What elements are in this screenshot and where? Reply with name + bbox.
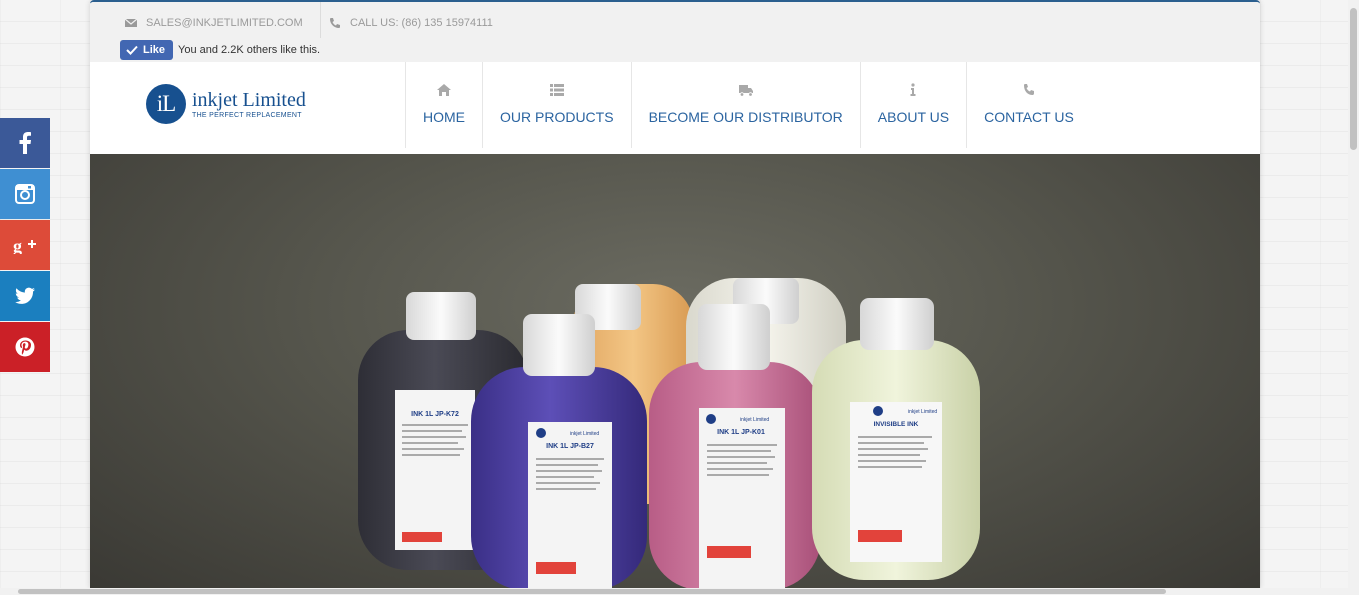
topbar-divider <box>320 2 321 38</box>
nav-label-home: HOME <box>423 109 465 125</box>
like-count-text: You and 2.2K others like this. <box>178 44 321 56</box>
info-icon <box>910 83 916 96</box>
bottle-brand-3: inkjet Limited <box>740 417 769 423</box>
horizontal-scrollbar[interactable] <box>0 588 1348 595</box>
google-plus-icon: g <box>13 236 36 254</box>
svg-text:g: g <box>13 236 22 254</box>
envelope-icon <box>124 18 138 27</box>
horizontal-scroll-thumb[interactable] <box>18 589 1166 594</box>
main-nav: HOME OUR PRODUCTS BECOME OUR DISTRIBUTOR <box>405 62 1091 148</box>
bottle-label-1: INK 1L JP-K72 <box>411 411 459 418</box>
nav-label-contact: CONTACT US <box>984 109 1074 125</box>
google-plus-share-button[interactable]: g <box>0 220 50 270</box>
logo-text: inkjet Limited THE PERFECT REPLACEMENT <box>192 90 306 119</box>
nav-label-products: OUR PRODUCTS <box>500 109 614 125</box>
phone-contact[interactable]: CALL US: (86) 135 15974111 <box>328 12 493 34</box>
truck-icon <box>738 85 753 97</box>
site-logo[interactable]: iL inkjet Limited THE PERFECT REPLACEMEN… <box>146 84 306 124</box>
nav-item-products[interactable]: OUR PRODUCTS <box>482 62 631 148</box>
facebook-like-widget: Like You and 2.2K others like this. <box>120 40 320 60</box>
ink-bottles-photo: INK 1L JP-K72 inkjet Limited INK 1L JP-B… <box>358 278 980 588</box>
main-header: iL inkjet Limited THE PERFECT REPLACEMEN… <box>90 62 1260 154</box>
bottle-label-3: INK 1L JP-K01 <box>717 429 765 436</box>
instagram-icon <box>15 184 35 204</box>
bottle-label-2: INK 1L JP-B27 <box>546 443 594 450</box>
phone-icon <box>330 18 340 28</box>
facebook-share-button[interactable] <box>0 118 50 168</box>
nav-item-home[interactable]: HOME <box>405 62 482 148</box>
vertical-scroll-thumb[interactable] <box>1350 8 1357 150</box>
pinterest-share-button[interactable] <box>0 322 50 372</box>
pinterest-icon <box>15 337 35 357</box>
email-contact[interactable]: SALES@INKJETLIMITED.COM <box>124 12 303 34</box>
page-wrapper: SALES@INKJETLIMITED.COM CALL US: (86) 13… <box>90 0 1260 588</box>
bottle-brand-2: inkjet Limited <box>570 431 599 437</box>
phone-text: CALL US: (86) 135 15974111 <box>350 17 493 29</box>
bottle-label-4: INVISIBLE INK <box>874 421 919 428</box>
logo-mark: iL <box>146 84 186 124</box>
facebook-like-button[interactable]: Like <box>120 40 174 60</box>
hero-slider-image: INK 1L JP-K72 inkjet Limited INK 1L JP-B… <box>90 154 1260 588</box>
logo-name: inkjet Limited <box>192 88 306 111</box>
checkmark-icon <box>126 45 138 55</box>
vertical-scrollbar[interactable] <box>1348 0 1359 595</box>
twitter-share-button[interactable] <box>0 271 50 321</box>
nav-item-contact[interactable]: CONTACT US <box>966 62 1091 148</box>
email-text: SALES@INKJETLIMITED.COM <box>146 17 303 29</box>
home-icon <box>437 84 451 96</box>
social-sidebar: g <box>0 118 50 373</box>
nav-label-distributor: BECOME OUR DISTRIBUTOR <box>648 109 843 125</box>
top-info-bar: SALES@INKJETLIMITED.COM CALL US: (86) 13… <box>90 2 1260 62</box>
bottle-brand-4: inkjet Limited <box>908 409 937 415</box>
phone-icon <box>1023 84 1034 95</box>
nav-item-about[interactable]: ABOUT US <box>859 62 966 148</box>
twitter-icon <box>15 287 35 304</box>
nav-label-about: ABOUT US <box>877 109 950 125</box>
facebook-icon <box>19 132 31 154</box>
logo-tagline: THE PERFECT REPLACEMENT <box>192 111 302 119</box>
like-label: Like <box>143 44 166 56</box>
list-icon <box>549 84 564 96</box>
instagram-share-button[interactable] <box>0 169 50 219</box>
nav-item-distributor[interactable]: BECOME OUR DISTRIBUTOR <box>630 62 860 148</box>
